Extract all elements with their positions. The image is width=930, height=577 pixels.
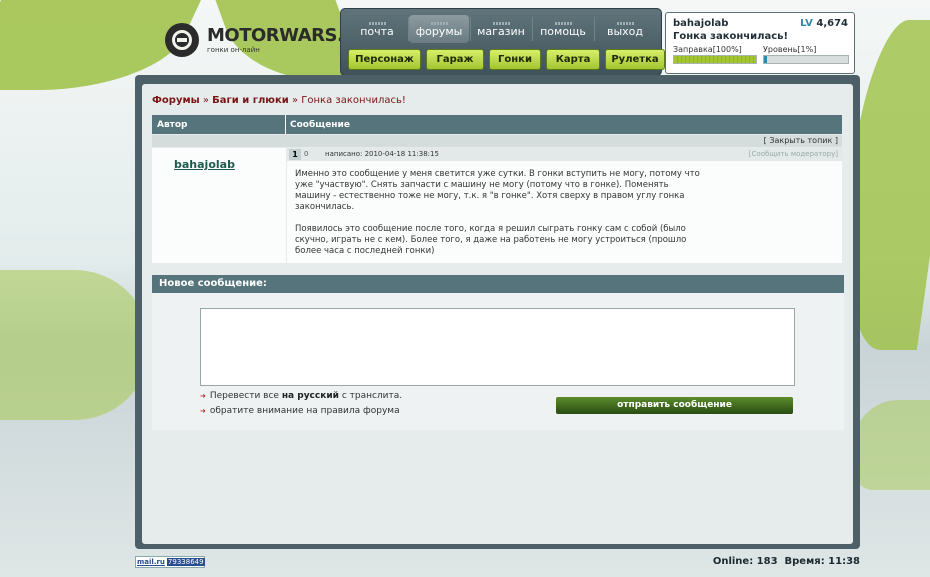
table-header: Автор Сообщение	[152, 115, 842, 134]
tab-help[interactable]: помощь	[533, 15, 593, 43]
nav-top-tabs: почта форумы магазин помощь выход	[347, 15, 656, 43]
post-date: написано: 2010-04-18 11:38:15	[325, 150, 439, 158]
column-message: Сообщение	[290, 120, 350, 130]
translit-hint: ➜ Перевести все на русский с транслита.	[200, 391, 403, 401]
arrow-icon: ➜	[200, 407, 206, 415]
post-body: Именно это сообщение у меня светится уже…	[295, 169, 705, 268]
translit-link[interactable]: на русский	[282, 391, 339, 401]
rules-hint: ➜ обратите внимание на правила форума	[200, 406, 400, 416]
user-panel: bahajolab LV 4,674 Гонка закончилась! За…	[665, 12, 855, 74]
garage-button[interactable]: Гараж	[426, 49, 484, 70]
breadcrumb-section[interactable]: Баги и глюки	[212, 95, 289, 106]
level-progress-label: Уровень[1%]	[763, 45, 817, 54]
post-number-other[interactable]: 0	[304, 150, 308, 158]
report-moderator-link[interactable]: [Сообщить модератору]	[749, 150, 838, 158]
fuel-label: Заправка[100%]	[673, 45, 742, 54]
breadcrumb-topic: Гонка закончилась!	[301, 95, 406, 106]
online-count: Online: 183	[712, 556, 778, 567]
user-name[interactable]: bahajolab	[673, 18, 728, 29]
new-message-title: Новое сообщение:	[159, 278, 267, 289]
footer-status: Online: 183 Время: 11:38	[713, 556, 860, 567]
counter-brand: mail.ru	[137, 558, 165, 566]
nav-bottom-buttons: Персонаж Гараж Гонки Карта Рулетка	[348, 49, 665, 70]
column-author: Автор	[157, 120, 188, 130]
post-number-current[interactable]: 1	[289, 149, 301, 160]
forum-panel: Форумы » Баги и глюки » Гонка закончилас…	[135, 75, 860, 549]
counter-number: 79338649	[166, 558, 205, 566]
fuel-bar-fill	[674, 56, 756, 63]
map-button[interactable]: Карта	[546, 49, 600, 70]
arrow-icon: ➜	[200, 392, 206, 400]
post-author[interactable]: bahajolab	[174, 158, 235, 171]
races-button[interactable]: Гонки	[489, 49, 541, 70]
close-topic-link[interactable]: [ Закрыть топик ]	[764, 136, 838, 145]
post-paragraph: Именно это сообщение у меня светится уже…	[295, 169, 700, 212]
post-author-cell: bahajolab	[152, 148, 286, 263]
user-level: LV 4,674	[800, 18, 848, 29]
forum-rules-link[interactable]: правила форума	[321, 406, 400, 416]
character-button[interactable]: Персонаж	[348, 49, 421, 70]
breadcrumb-forums[interactable]: Форумы	[152, 95, 200, 106]
post-paragraph: Появилось это сообщение после того, когд…	[295, 224, 687, 256]
tab-shop[interactable]: магазин	[471, 15, 531, 43]
level-prefix: LV	[800, 18, 813, 29]
post-meta: 1 0 написано: 2010-04-18 11:38:15 [Сообщ…	[287, 148, 842, 161]
roulette-button[interactable]: Рулетка	[605, 49, 665, 70]
background-splash	[0, 270, 150, 420]
fuel-bar	[673, 55, 757, 64]
tab-logout[interactable]: выход	[595, 15, 655, 43]
background-splash	[850, 400, 930, 490]
race-status: Гонка закончилась!	[673, 31, 789, 42]
level-progress-bar	[763, 55, 849, 64]
new-message-header: Новое сообщение:	[152, 275, 844, 293]
breadcrumb: Форумы » Баги и глюки » Гонка закончилас…	[152, 95, 406, 106]
level-progress-fill	[764, 56, 767, 63]
main-navigation: почта форумы магазин помощь выход Персон…	[340, 8, 665, 76]
post-message-cell: 1 0 написано: 2010-04-18 11:38:15 [Сообщ…	[287, 148, 842, 263]
level-value: 4,674	[816, 18, 848, 29]
tab-forums[interactable]: форумы	[409, 15, 469, 43]
mailru-counter[interactable]: mail.ru 79338649	[135, 556, 205, 568]
new-message-form: ➜ Перевести все на русский с транслита. ➜…	[152, 293, 844, 430]
server-time: Время: 11:38	[784, 556, 860, 567]
message-textarea[interactable]	[200, 308, 795, 386]
tab-mail[interactable]: почта	[347, 15, 407, 43]
send-message-button[interactable]: отправить сообщение	[556, 397, 793, 414]
logo-icon	[165, 23, 199, 57]
